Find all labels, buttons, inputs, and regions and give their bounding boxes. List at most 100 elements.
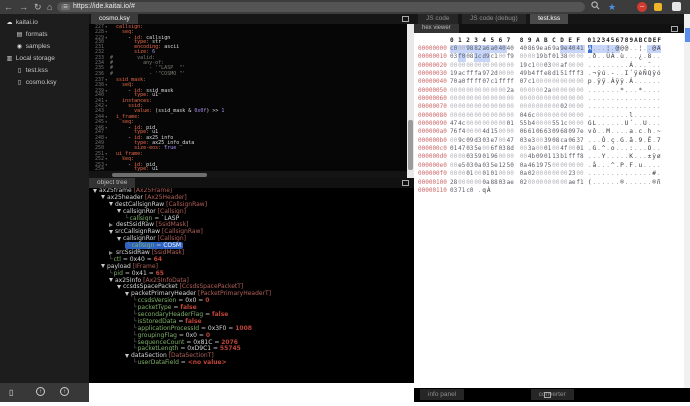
hex-byte[interactable]: 00	[568, 53, 576, 61]
hex-byte[interactable]: f9	[507, 53, 515, 61]
hex-byte[interactable]: 00	[536, 112, 544, 120]
hex-byte[interactable]: 00	[450, 87, 458, 95]
hex-byte[interactable]: fa	[474, 70, 482, 78]
hex-byte[interactable]: 00	[552, 103, 560, 111]
hex-byte[interactable]: c1	[490, 53, 498, 61]
hex-byte[interactable]: ca	[560, 137, 568, 145]
hex-byte[interactable]: 01	[482, 153, 490, 161]
hex-byte[interactable]: 03	[466, 145, 474, 153]
ascii-char[interactable]: .	[656, 62, 661, 70]
hex-byte[interactable]: 00	[474, 120, 482, 128]
url-bar[interactable]: ☰ https://ide.kaitai.io/#	[57, 2, 585, 12]
hex-byte[interactable]: 40	[507, 45, 515, 53]
hex-byte[interactable]: b4	[528, 120, 536, 128]
hex-byte[interactable]: f1	[576, 179, 584, 187]
hex-byte[interactable]: 00	[544, 170, 552, 178]
hex-byte[interactable]: 00	[499, 70, 507, 78]
hex-byte[interactable]: ff	[474, 78, 482, 86]
hex-byte[interactable]: d3	[474, 137, 482, 145]
hex-byte[interactable]: 00	[552, 179, 560, 187]
hex-byte[interactable]: 01	[466, 170, 474, 178]
hex-byte[interactable]: 4d	[482, 128, 490, 136]
hex-byte[interactable]: 09	[568, 128, 576, 136]
hex-byte[interactable]: 00	[482, 120, 490, 128]
ascii-char[interactable]: .	[656, 78, 661, 86]
hex-byte[interactable]: 55	[552, 120, 560, 128]
page-scroll-thumb[interactable]	[685, 28, 690, 42]
hex-byte[interactable]: 88	[490, 179, 498, 187]
expanded-arrow-icon[interactable]	[93, 189, 97, 193]
hex-byte[interactable]: 00	[552, 78, 560, 86]
hex-byte[interactable]: 00	[458, 112, 466, 120]
hex-byte[interactable]: 00	[507, 170, 515, 178]
hex-byte[interactable]: 00	[568, 78, 576, 86]
hex-byte[interactable]: 00	[458, 170, 466, 178]
editor-tab-cosmo-ksy[interactable]: cosmo.ksy	[91, 14, 138, 24]
hex-byte[interactable]: 00	[576, 112, 584, 120]
hex-byte[interactable]: 03	[450, 53, 458, 61]
hex-byte[interactable]: d9	[482, 53, 490, 61]
hex-byte[interactable]: 41	[576, 45, 584, 53]
hex-byte[interactable]: 09	[536, 153, 544, 161]
hex-byte[interactable]: 00	[474, 62, 482, 70]
hex-byte[interactable]: 00	[544, 179, 552, 187]
hex-byte[interactable]: 00	[520, 95, 528, 103]
hex-byte[interactable]: ff	[507, 78, 515, 86]
hex-byte[interactable]: 07	[520, 78, 528, 86]
hex-byte[interactable]: 00	[560, 78, 568, 86]
hex-byte[interactable]: 00	[507, 62, 515, 70]
hex-byte[interactable]: 00	[450, 162, 458, 170]
hex-byte[interactable]: 00	[482, 145, 490, 153]
extension-yellow-icon[interactable]	[654, 3, 662, 11]
hex-byte[interactable]: ff	[466, 78, 474, 86]
hex-byte[interactable]: 4b	[528, 153, 536, 161]
hex-byte[interactable]: 00	[450, 170, 458, 178]
hex-byte[interactable]: ff	[568, 153, 576, 161]
hex-byte[interactable]: 5e	[490, 162, 498, 170]
hex-byte[interactable]: 00	[499, 120, 507, 128]
hex-byte[interactable]: 00	[544, 78, 552, 86]
hex-byte[interactable]: 00	[490, 87, 498, 95]
hex-byte[interactable]: 06	[520, 128, 528, 136]
hex-byte[interactable]: 39	[544, 137, 552, 145]
hex-byte[interactable]: 00	[520, 145, 528, 153]
hex-byte[interactable]: a0	[490, 45, 498, 53]
hex-byte[interactable]: b1	[560, 153, 568, 161]
hex-byte[interactable]: a6	[544, 45, 552, 53]
hex-byte[interactable]: 00	[474, 170, 482, 178]
ascii-char[interactable]: À	[486, 187, 491, 195]
hex-byte[interactable]: 00	[560, 170, 568, 178]
hex-byte[interactable]: 00	[520, 103, 528, 111]
hex-byte[interactable]: ff	[536, 70, 544, 78]
expanded-arrow-icon[interactable]	[109, 230, 113, 234]
hex-byte[interactable]: 00	[458, 179, 466, 187]
hex-byte[interactable]: 06	[568, 137, 576, 145]
hex-byte[interactable]: 59	[474, 153, 482, 161]
search-icon[interactable]	[591, 0, 600, 14]
editor-hscrollbar[interactable]	[89, 171, 407, 178]
hex-byte[interactable]: 01	[450, 145, 458, 153]
hex-byte[interactable]: 00	[482, 103, 490, 111]
hex-byte[interactable]: 19	[450, 70, 458, 78]
hex-byte[interactable]: 40	[520, 45, 528, 53]
ascii-char[interactable]: .	[656, 103, 661, 111]
hex-byte[interactable]: 00	[499, 153, 507, 161]
hex-byte[interactable]: 00	[536, 137, 544, 145]
hex-byte[interactable]: 6f	[490, 145, 498, 153]
hex-byte[interactable]: 00	[458, 103, 466, 111]
hex-byte[interactable]: 00	[466, 179, 474, 187]
maximize-icon[interactable]	[671, 26, 678, 32]
hex-byte[interactable]: 00	[450, 95, 458, 103]
hex-byte[interactable]: 01	[482, 170, 490, 178]
expanded-arrow-icon[interactable]	[117, 285, 121, 289]
expanded-arrow-icon[interactable]	[109, 278, 113, 282]
hex-byte[interactable]: 00	[458, 95, 466, 103]
hex-byte[interactable]: 00	[576, 78, 584, 86]
profile-icon[interactable]	[672, 2, 681, 11]
ascii-char[interactable]: ~	[656, 128, 661, 136]
ascii-char[interactable]: .	[656, 170, 661, 178]
hex-byte[interactable]: b4	[528, 70, 536, 78]
hex-byte[interactable]: 00	[499, 62, 507, 70]
hex-byte[interactable]: f4	[458, 128, 466, 136]
hex-byte[interactable]: 00	[458, 45, 466, 53]
